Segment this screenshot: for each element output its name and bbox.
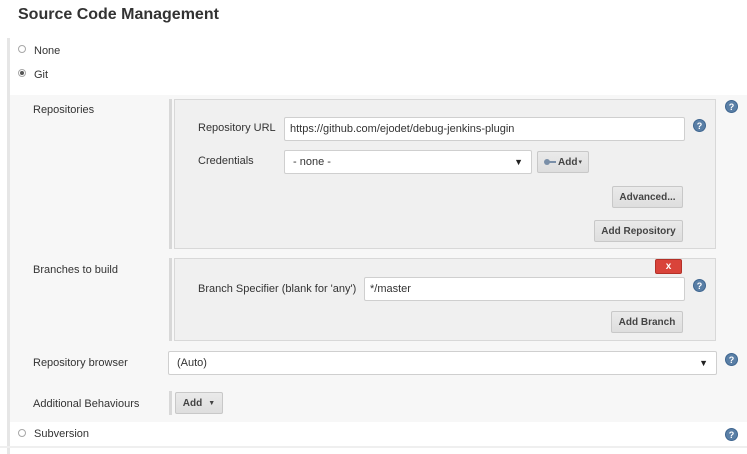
additional-behaviours-label: Additional Behaviours	[33, 398, 140, 410]
repositories-label: Repositories	[33, 104, 95, 116]
radio-git-label[interactable]: Git	[34, 69, 48, 81]
branch-specifier-label: Branch Specifier (blank for 'any')	[198, 283, 357, 295]
branch-specifier-input[interactable]: */master	[364, 277, 685, 301]
add-credentials-label: Add	[558, 156, 578, 168]
add-behaviour-button[interactable]: Add ▼	[175, 392, 223, 414]
add-credentials-button[interactable]: Add ▾	[537, 151, 589, 173]
repositories-edge	[169, 99, 172, 249]
radio-subversion-label[interactable]: Subversion	[34, 428, 89, 440]
caret-down-icon: ▼	[208, 399, 216, 407]
section-bottom-divider	[0, 446, 747, 448]
repository-browser-value: (Auto)	[177, 357, 207, 369]
repository-browser-select[interactable]: (Auto) ▼	[168, 351, 717, 375]
branches-edge	[169, 258, 172, 341]
repository-url-label: Repository URL	[198, 122, 276, 134]
branches-label: Branches to build	[33, 264, 118, 276]
key-icon	[544, 159, 557, 165]
credentials-select[interactable]: - none - ▼	[284, 150, 532, 174]
repository-browser-label: Repository browser	[33, 357, 128, 369]
add-branch-button[interactable]: Add Branch	[611, 311, 683, 333]
add-repository-button[interactable]: Add Repository	[594, 220, 683, 242]
radio-none[interactable]	[18, 45, 26, 53]
radio-subversion[interactable]	[18, 429, 26, 437]
radio-git[interactable]	[18, 69, 26, 77]
repositories-help-icon[interactable]: ?	[725, 100, 738, 113]
advanced-button[interactable]: Advanced...	[612, 186, 683, 208]
section-title: Source Code Management	[18, 6, 219, 23]
branch-specifier-help-icon[interactable]: ?	[693, 279, 706, 292]
credentials-value: - none -	[293, 156, 331, 168]
repository-browser-help-icon[interactable]: ?	[725, 353, 738, 366]
caret-down-icon: ▼	[699, 358, 708, 368]
radio-none-label[interactable]: None	[34, 45, 60, 57]
additional-behaviours-edge	[169, 391, 172, 415]
repository-url-help-icon[interactable]: ?	[693, 119, 706, 132]
repository-url-input[interactable]: https://github.com/ejodet/debug-jenkins-…	[284, 117, 685, 141]
subversion-help-icon[interactable]: ?	[725, 428, 738, 441]
credentials-label: Credentials	[198, 155, 254, 167]
delete-branch-button[interactable]: x	[655, 259, 682, 274]
caret-down-icon: ▾	[578, 159, 582, 166]
add-behaviour-label: Add	[182, 397, 203, 409]
radio-git-selected-dot	[20, 71, 24, 75]
caret-down-icon: ▼	[514, 157, 523, 167]
